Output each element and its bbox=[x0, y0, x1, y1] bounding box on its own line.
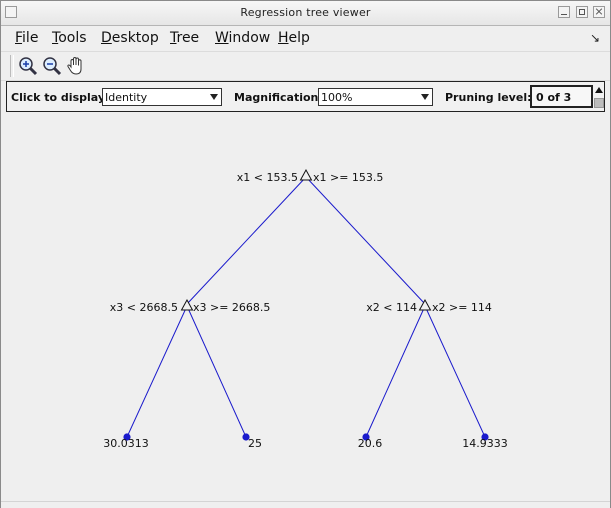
chevron-down-icon bbox=[421, 94, 429, 100]
title-bar[interactable]: Regression tree viewer bbox=[1, 1, 610, 26]
pruning-increase-button[interactable] bbox=[594, 84, 604, 96]
menu-bar: File Tools Desktop Tree Window Help ↘ bbox=[1, 26, 610, 50]
close-button[interactable] bbox=[593, 6, 605, 18]
split-rule-label: x3 < 2668.5 bbox=[110, 301, 178, 314]
pruning-level-spinner bbox=[594, 84, 604, 110]
zoom-in-icon[interactable] bbox=[17, 55, 39, 77]
leaf-value-label: 25 bbox=[248, 437, 262, 450]
app-window: Regression tree viewer File Tools Deskto… bbox=[0, 0, 611, 508]
tree-edge bbox=[126, 305, 188, 438]
magnification-label: Magnification: bbox=[234, 91, 323, 104]
split-rule-label: x2 >= 114 bbox=[432, 301, 492, 314]
pruning-level-value: 0 of 3 bbox=[536, 91, 572, 104]
split-node-root[interactable] bbox=[299, 168, 313, 181]
tree-edge bbox=[305, 176, 426, 305]
click-to-display-select[interactable]: Identity bbox=[102, 88, 222, 106]
pruning-level-label: Pruning level: bbox=[445, 91, 532, 104]
chevron-down-icon bbox=[210, 94, 218, 100]
split-rule-label: x3 >= 2668.5 bbox=[193, 301, 270, 314]
tree-edge bbox=[186, 305, 247, 438]
click-to-display-value: Identity bbox=[105, 91, 148, 104]
magnification-value: 100% bbox=[321, 91, 353, 104]
menu-window[interactable]: Window bbox=[215, 30, 270, 46]
tree-controls-bar: Click to display: Identity Magnification… bbox=[6, 81, 605, 112]
window-bottom-edge bbox=[1, 501, 610, 508]
magnification-select[interactable]: 100% bbox=[318, 88, 433, 106]
menu-tools[interactable]: Tools bbox=[52, 30, 87, 46]
split-rule-label: x2 < 114 bbox=[366, 301, 417, 314]
split-rule-label: x1 < 153.5 bbox=[237, 171, 298, 184]
tree-edge bbox=[424, 305, 486, 438]
minimize-button[interactable] bbox=[558, 6, 570, 18]
menu-desktop[interactable]: Desktop bbox=[101, 30, 159, 46]
split-node-right[interactable] bbox=[418, 298, 432, 311]
pruning-decrease-button[interactable] bbox=[594, 98, 604, 108]
regression-tree-diagram: x1 < 153.5 x1 >= 153.5 x3 < 2668.5 x3 >=… bbox=[103, 168, 508, 450]
split-rule-label: x1 >= 153.5 bbox=[313, 171, 383, 184]
menu-help[interactable]: Help bbox=[278, 30, 310, 46]
menu-file[interactable]: File bbox=[15, 30, 38, 46]
pan-hand-icon[interactable] bbox=[65, 55, 87, 77]
split-node-left[interactable] bbox=[180, 298, 194, 311]
tree-canvas[interactable]: x1 < 153.5 x1 >= 153.5 x3 < 2668.5 x3 >=… bbox=[6, 113, 605, 501]
dock-icon[interactable]: ↘ bbox=[590, 31, 600, 45]
zoom-out-icon[interactable] bbox=[41, 55, 63, 77]
leaf-value-label: 30.0313 bbox=[103, 437, 149, 450]
maximize-button[interactable] bbox=[576, 6, 588, 18]
click-to-display-label: Click to display: bbox=[11, 91, 110, 104]
tree-edge bbox=[365, 305, 426, 438]
pruning-level-field[interactable]: 0 of 3 bbox=[530, 85, 593, 108]
toolbar-grip[interactable] bbox=[10, 55, 14, 77]
leaf-value-label: 20.6 bbox=[358, 437, 383, 450]
window-title: Regression tree viewer bbox=[240, 6, 371, 19]
tree-edge bbox=[186, 176, 307, 305]
toolbar bbox=[1, 51, 610, 81]
leaf-value-label: 14.9333 bbox=[462, 437, 508, 450]
menu-tree[interactable]: Tree bbox=[170, 30, 199, 46]
